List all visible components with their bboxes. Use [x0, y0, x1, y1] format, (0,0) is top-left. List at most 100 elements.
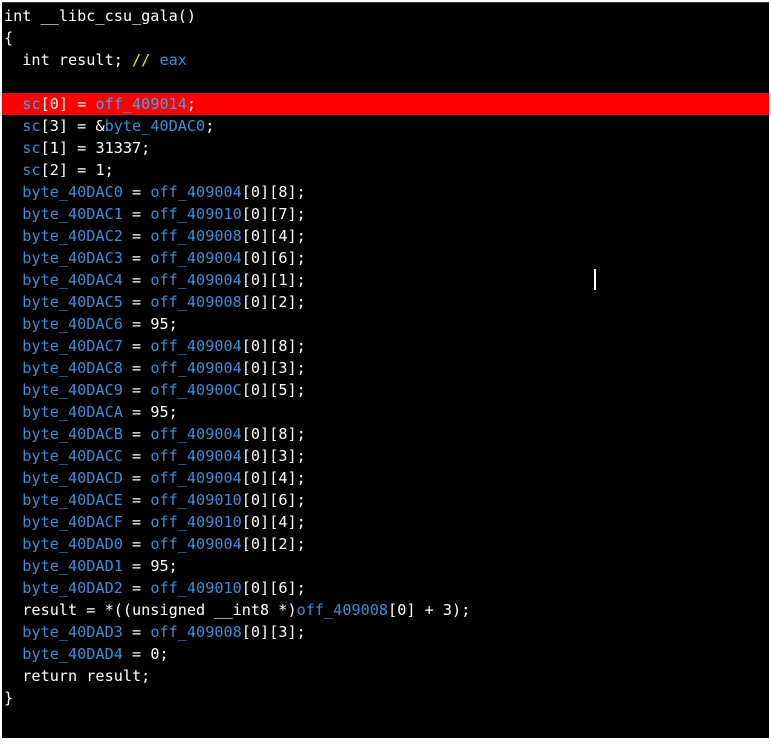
code-line[interactable]: sc[1] = 31337;	[2, 137, 769, 159]
code-identifier[interactable]: off_409008	[297, 601, 388, 619]
code-identifier[interactable]: off_409004	[150, 249, 241, 267]
code-identifier[interactable]: byte_40DAC7	[22, 337, 123, 355]
code-identifier[interactable]: byte_40DACC	[22, 447, 123, 465]
code-identifier[interactable]: off_409008	[150, 293, 241, 311]
code-line[interactable]: byte_40DAD3 = off_409008[0][3];	[2, 621, 769, 643]
code-identifier[interactable]: off_409004	[150, 535, 241, 553]
code-identifier[interactable]: off_409004	[150, 359, 241, 377]
code-identifier[interactable]: byte_40DACA	[22, 403, 123, 421]
code-line[interactable]: result = *((unsigned __int8 *)off_409008…	[2, 599, 769, 621]
code-identifier[interactable]: byte_40DAC0	[22, 183, 123, 201]
code-text: [0][4];	[241, 227, 306, 245]
pseudocode-window: int __libc_csu_gala() { int result; // ea…	[0, 0, 771, 750]
code-line[interactable]: byte_40DAD4 = 0;	[2, 643, 769, 665]
code-line[interactable]: byte_40DAC7 = off_409004[0][8];	[2, 335, 769, 357]
code-identifier[interactable]: off_409010	[150, 513, 241, 531]
code-line[interactable]: }	[2, 687, 769, 709]
code-identifier[interactable]: off_409010	[150, 491, 241, 509]
code-text: [0][4];	[241, 469, 306, 487]
code-identifier[interactable]: off_409004	[150, 447, 241, 465]
code-identifier[interactable]: byte_40DAD3	[22, 623, 123, 641]
code-identifier[interactable]: byte_40DAC3	[22, 249, 123, 267]
code-identifier[interactable]: byte_40DAC4	[22, 271, 123, 289]
code-text: [0][8];	[241, 183, 306, 201]
code-identifier[interactable]: byte_40DAC8	[22, 359, 123, 377]
code-text: =	[122, 337, 151, 355]
code-identifier[interactable]: off_409010	[150, 205, 241, 223]
code-identifier[interactable]: off_409004	[150, 271, 241, 289]
code-line[interactable]: byte_40DAC3 = off_409004[0][6];	[2, 247, 769, 269]
code-line[interactable]	[2, 71, 769, 93]
code-line[interactable]: byte_40DAC0 = off_409004[0][8];	[2, 181, 769, 203]
code-identifier[interactable]: off_40900C	[150, 381, 241, 399]
code-identifier[interactable]: byte_40DAC1	[22, 205, 123, 223]
code-identifier[interactable]: off_409010	[150, 579, 241, 597]
code-text: [0][2];	[241, 293, 306, 311]
code-line[interactable]: byte_40DAD2 = off_409010[0][6];	[2, 577, 769, 599]
code-text: =	[122, 579, 151, 597]
code-identifier[interactable]: byte_40DAC6	[22, 315, 123, 333]
code-line[interactable]: byte_40DAC6 = 95;	[2, 313, 769, 335]
code-identifier[interactable]: off_409004	[150, 183, 241, 201]
code-line[interactable]: byte_40DAC5 = off_409008[0][2];	[2, 291, 769, 313]
code-line[interactable]: byte_40DAC8 = off_409004[0][3];	[2, 357, 769, 379]
code-line-highlighted[interactable]: sc[0] = off_409014;	[2, 93, 769, 115]
code-line[interactable]: int result; // eax	[2, 49, 769, 71]
code-identifier[interactable]: byte_40DACB	[22, 425, 123, 443]
pseudocode-view[interactable]: int __libc_csu_gala() { int result; // ea…	[2, 2, 769, 738]
code-line[interactable]: byte_40DACD = off_409004[0][4];	[2, 467, 769, 489]
code-line[interactable]: byte_40DAD0 = off_409004[0][2];	[2, 533, 769, 555]
code-text: =	[122, 623, 151, 641]
code-line[interactable]: byte_40DACF = off_409010[0][4];	[2, 511, 769, 533]
code-line[interactable]: sc[2] = 1;	[2, 159, 769, 181]
code-identifier[interactable]: sc	[22, 117, 40, 135]
code-identifier[interactable]: byte_40DACF	[22, 513, 123, 531]
code-text: [1] = 31337;	[40, 139, 151, 157]
code-text: [0][6];	[241, 249, 306, 267]
code-line[interactable]: byte_40DAC9 = off_40900C[0][5];	[2, 379, 769, 401]
code-identifier[interactable]: eax	[159, 51, 186, 69]
code-text: }	[4, 689, 14, 707]
code-text: [0] =	[40, 95, 96, 113]
code-line[interactable]: byte_40DAC2 = off_409008[0][4];	[2, 225, 769, 247]
code-line[interactable]: byte_40DACB = off_409004[0][8];	[2, 423, 769, 445]
code-identifier[interactable]: byte_40DACE	[22, 491, 123, 509]
code-line[interactable]: {	[2, 27, 769, 49]
code-identifier[interactable]: sc	[22, 161, 40, 179]
code-line[interactable]: byte_40DAD1 = 95;	[2, 555, 769, 577]
code-identifier[interactable]: byte_40DAC9	[22, 381, 123, 399]
code-identifier[interactable]: off_409004	[150, 337, 241, 355]
code-identifier[interactable]: byte_40DACD	[22, 469, 123, 487]
code-identifier[interactable]: off_409008	[150, 623, 241, 641]
code-identifier[interactable]: sc	[22, 139, 40, 157]
code-text: =	[122, 381, 151, 399]
code-identifier[interactable]: byte_40DAD0	[22, 535, 123, 553]
code-line[interactable]: byte_40DACC = off_409004[0][3];	[2, 445, 769, 467]
code-line[interactable]: return result;	[2, 665, 769, 687]
code-identifier[interactable]: byte_40DAC5	[22, 293, 123, 311]
code-identifier[interactable]: off_409008	[150, 227, 241, 245]
code-identifier[interactable]: off_409004	[150, 425, 241, 443]
code-identifier[interactable]: sc	[22, 95, 40, 113]
code-identifier[interactable]: byte_40DAD2	[22, 579, 123, 597]
text-caret	[594, 269, 596, 290]
code-line[interactable]: sc[3] = &byte_40DAC0;	[2, 115, 769, 137]
code-identifier[interactable]: byte_40DAC0	[105, 117, 206, 135]
code-line[interactable]: byte_40DAC4 = off_409004[0][1];	[2, 269, 769, 291]
code-identifier[interactable]: off_409004	[150, 469, 241, 487]
code-line[interactable]: byte_40DAC1 = off_409010[0][7];	[2, 203, 769, 225]
code-line[interactable]: int __libc_csu_gala()	[2, 5, 769, 27]
code-text: =	[122, 469, 151, 487]
code-identifier[interactable]: off_409014	[95, 95, 186, 113]
code-identifier[interactable]: byte_40DAC2	[22, 227, 123, 245]
code-identifier[interactable]: byte_40DAD4	[22, 645, 123, 663]
code-line[interactable]: byte_40DACE = off_409010[0][6];	[2, 489, 769, 511]
code-identifier[interactable]: byte_40DAD1	[22, 557, 123, 575]
code-line[interactable]: byte_40DACA = 95;	[2, 401, 769, 423]
